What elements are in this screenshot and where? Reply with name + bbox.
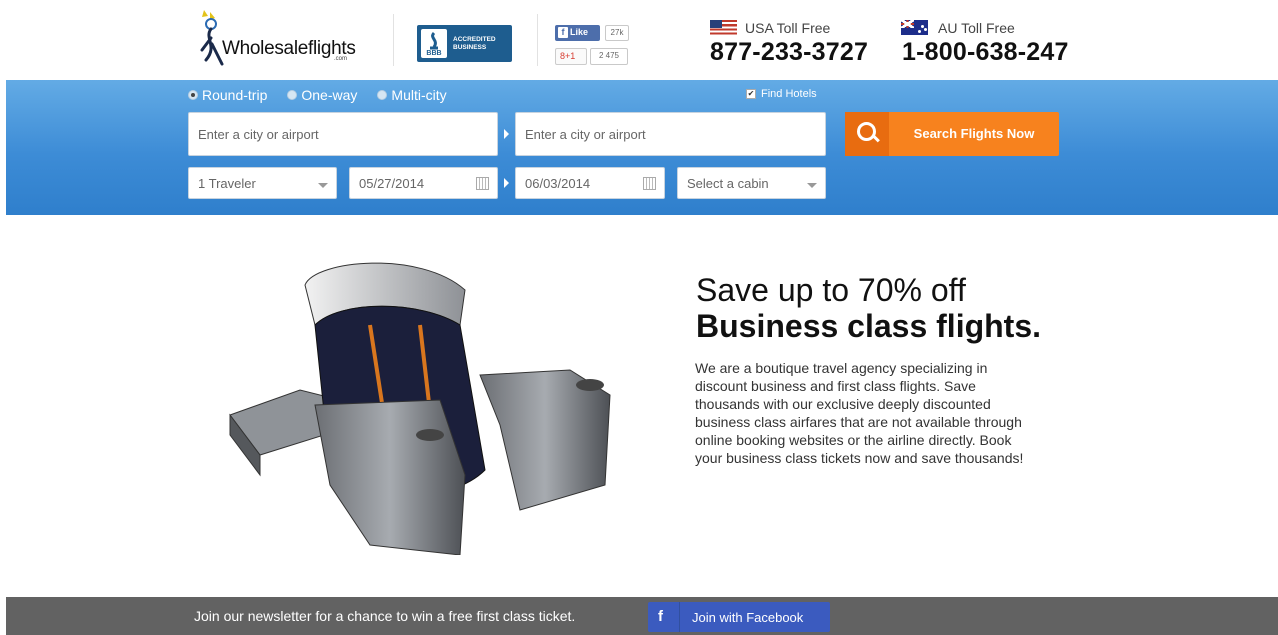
chevron-down-icon	[807, 183, 817, 188]
au-phone-number[interactable]: 1-800-638-247	[902, 38, 1069, 67]
divider	[393, 14, 394, 66]
bbb-label: ACCREDITED BUSINESS	[453, 36, 496, 52]
find-hotels-checkbox[interactable]: ✔ Find Hotels	[746, 88, 817, 100]
facebook-like-button[interactable]: f Like	[555, 25, 600, 41]
travelers-value: 1 Traveler	[198, 175, 256, 191]
calendar-icon[interactable]	[476, 177, 489, 190]
radio-icon	[287, 90, 298, 100]
divider	[679, 602, 680, 632]
travelers-select[interactable]: 1 Traveler	[188, 167, 337, 199]
arrow-right-icon	[504, 129, 509, 139]
radio-icon	[377, 90, 388, 100]
calendar-icon[interactable]	[643, 177, 656, 190]
facebook-icon: f	[658, 608, 663, 625]
us-flag-icon	[710, 20, 737, 35]
trip-type-options: Round-trip One-way Multi-city	[188, 86, 467, 104]
destination-input[interactable]: Enter a city or airport	[515, 112, 826, 156]
radio-multi-city[interactable]: Multi-city	[377, 87, 447, 103]
arrow-right-icon	[504, 178, 509, 188]
search-button-label: Search Flights Now	[913, 126, 1035, 141]
wholesaleflights-logo[interactable]: Wholesaleflights .com	[196, 8, 376, 68]
usa-toll-free-label: USA Toll Free	[745, 20, 831, 36]
hero-description: We are a boutique travel agency speciali…	[695, 360, 1024, 466]
cabin-select[interactable]: Select a cabin	[677, 167, 826, 199]
join-facebook-label: Join with Facebook	[692, 610, 804, 625]
site-header: Wholesaleflights .com BBB ACCREDITED BUS…	[0, 0, 1278, 80]
radio-round-trip[interactable]: Round-trip	[188, 87, 267, 103]
facebook-icon: f	[558, 27, 568, 38]
usa-phone-number[interactable]: 877-233-3727	[710, 38, 868, 67]
find-hotels-label: Find Hotels	[761, 88, 817, 100]
depart-date-input[interactable]: 05/27/2014	[349, 167, 498, 199]
bbb-accredited-badge[interactable]: BBB ACCREDITED BUSINESS	[417, 25, 512, 62]
au-toll-free-label: AU Toll Free	[938, 20, 1015, 36]
google-plus-button[interactable]: 8+1	[555, 48, 587, 65]
search-flights-button[interactable]: Search Flights Now	[845, 112, 1059, 156]
return-date-input[interactable]: 06/03/2014	[515, 167, 665, 199]
radio-label: Round-trip	[202, 87, 268, 103]
hero-title-line1: Save up to 70% off	[696, 272, 966, 308]
au-flag-icon	[901, 20, 928, 35]
return-date-value: 06/03/2014	[525, 175, 591, 191]
depart-date-value: 05/27/2014	[359, 175, 425, 191]
radio-label: One-way	[301, 87, 358, 103]
hero-title-line2: Business class flights.	[696, 308, 1042, 344]
search-icon	[845, 112, 889, 156]
newsletter-text: Join our newsletter for a chance to win …	[194, 608, 576, 624]
chevron-down-icon	[318, 183, 328, 188]
business-class-seat-image	[229, 262, 611, 555]
bbb-mark: BBB	[426, 50, 442, 57]
like-label: Like	[570, 27, 589, 37]
cabin-value: Select a cabin	[687, 175, 769, 191]
bbb-torch-icon: BBB	[421, 29, 447, 58]
radio-selected-icon	[188, 90, 198, 100]
origin-input[interactable]: Enter a city or airport	[188, 112, 498, 156]
checkmark-icon: ✔	[746, 89, 756, 99]
radio-one-way[interactable]: One-way	[287, 87, 357, 103]
logo-sub: .com	[334, 56, 348, 62]
radio-label: Multi-city	[391, 87, 447, 103]
like-count: 27k	[605, 25, 629, 41]
gplus-count: 2 475	[590, 48, 628, 65]
divider	[537, 14, 538, 66]
bbb-line1: ACCREDITED	[453, 36, 496, 43]
bbb-line2: BUSINESS	[453, 44, 487, 51]
join-with-facebook-button[interactable]: f Join with Facebook	[648, 602, 830, 632]
